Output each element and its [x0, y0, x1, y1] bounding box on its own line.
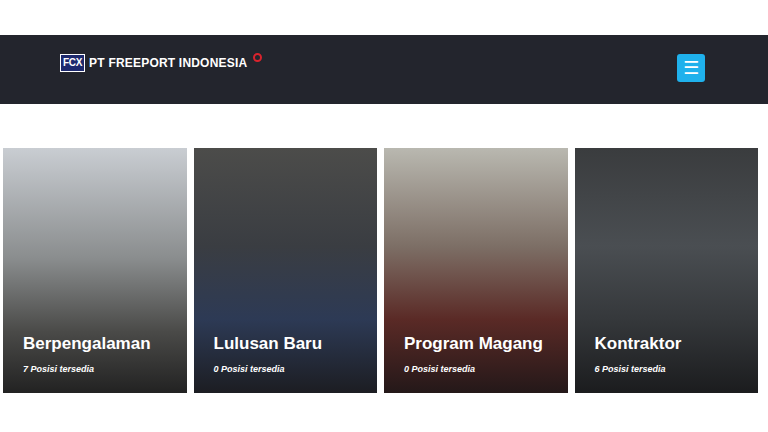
category-card[interactable]: Berpengalaman 7 Posisi tersedia	[3, 148, 187, 393]
category-cards: Berpengalaman 7 Posisi tersedia Lulusan Ba…	[0, 104, 768, 393]
card-count: 0 Posisi tersedia	[404, 363, 560, 376]
card-count: 0 Posisi tersedia	[214, 363, 370, 376]
menu-button[interactable]: ☰	[677, 54, 705, 82]
logo[interactable]: FCX PT FREEPORT INDONESIA	[60, 54, 262, 72]
category-card[interactable]: Program Magang 0 Posisi tersedia	[384, 148, 568, 393]
logo-mark: FCX	[60, 54, 85, 72]
card-title: Lulusan Baru	[214, 333, 370, 355]
top-space	[0, 0, 768, 35]
navbar: FCX PT FREEPORT INDONESIA ☰	[0, 35, 768, 104]
card-title: Kontraktor	[595, 333, 751, 355]
card-title: Program Magang	[404, 333, 560, 355]
card-count: 7 Posisi tersedia	[23, 363, 179, 376]
logo-text: PT FREEPORT INDONESIA	[89, 56, 247, 70]
category-card[interactable]: Lulusan Baru 0 Posisi tersedia	[194, 148, 378, 393]
card-title: Berpengalaman	[23, 333, 179, 355]
category-card[interactable]: Kontraktor 6 Posisi tersedia	[575, 148, 759, 393]
card-count: 6 Posisi tersedia	[595, 363, 751, 376]
logo-ring-icon	[253, 53, 262, 62]
